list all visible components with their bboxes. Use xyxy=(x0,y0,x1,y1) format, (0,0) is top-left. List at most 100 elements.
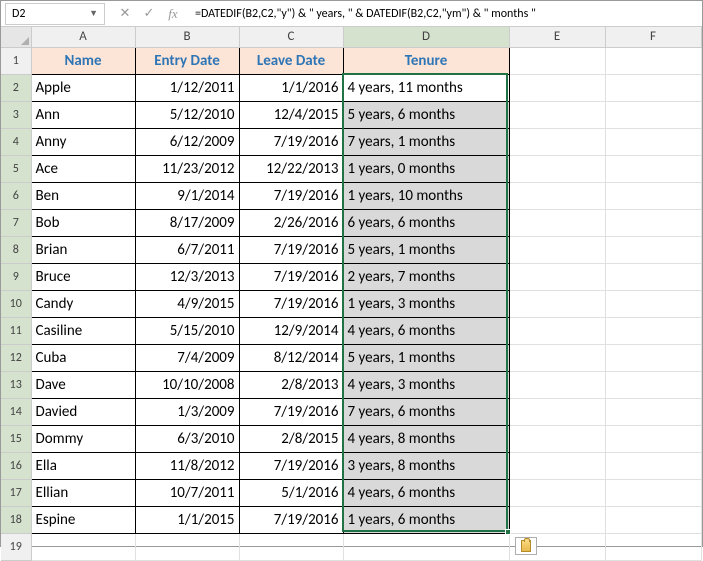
empty-cell[interactable] xyxy=(509,425,605,452)
entry-date-cell[interactable]: 11/23/2012 xyxy=(135,155,239,182)
empty-cell[interactable] xyxy=(605,506,701,533)
header-cell[interactable]: Name xyxy=(31,47,135,74)
leave-date-cell[interactable]: 7/19/2016 xyxy=(239,452,343,479)
empty-cell[interactable] xyxy=(605,155,701,182)
tenure-cell[interactable]: 5 years, 1 months xyxy=(343,344,509,371)
empty-cell[interactable] xyxy=(509,182,605,209)
name-cell[interactable]: Dave xyxy=(31,371,135,398)
empty-cell[interactable] xyxy=(605,128,701,155)
row-head[interactable]: 13 xyxy=(1,371,31,398)
name-cell[interactable]: Dommy xyxy=(31,425,135,452)
empty-cell[interactable] xyxy=(509,209,605,236)
col-head-B[interactable]: B xyxy=(135,27,239,47)
name-cell[interactable]: Cuba xyxy=(31,344,135,371)
empty-cell[interactable] xyxy=(509,398,605,425)
empty-cell[interactable] xyxy=(605,290,701,317)
entry-date-cell[interactable]: 5/12/2010 xyxy=(135,101,239,128)
empty-cell[interactable] xyxy=(605,263,701,290)
row-head[interactable]: 10 xyxy=(1,290,31,317)
entry-date-cell[interactable]: 5/15/2010 xyxy=(135,317,239,344)
leave-date-cell[interactable]: 7/19/2016 xyxy=(239,128,343,155)
entry-date-cell[interactable]: 8/17/2009 xyxy=(135,209,239,236)
row-head[interactable]: 12 xyxy=(1,344,31,371)
name-box[interactable]: D2 ▼ xyxy=(5,3,105,25)
name-cell[interactable]: Ace xyxy=(31,155,135,182)
leave-date-cell[interactable]: 12/4/2015 xyxy=(239,101,343,128)
name-cell[interactable]: Anny xyxy=(31,128,135,155)
entry-date-cell[interactable]: 6/12/2009 xyxy=(135,128,239,155)
entry-date-cell[interactable]: 1/3/2009 xyxy=(135,398,239,425)
col-head-A[interactable]: A xyxy=(31,27,135,47)
empty-cell[interactable] xyxy=(509,74,605,101)
name-cell[interactable]: Bob xyxy=(31,209,135,236)
leave-date-cell[interactable]: 2/8/2015 xyxy=(239,425,343,452)
header-cell[interactable]: Leave Date xyxy=(239,47,343,74)
name-cell[interactable]: Espine xyxy=(31,506,135,533)
empty-cell[interactable] xyxy=(605,74,701,101)
empty-cell[interactable] xyxy=(509,101,605,128)
empty-cell[interactable] xyxy=(509,371,605,398)
tenure-cell[interactable]: 1 years, 10 months xyxy=(343,182,509,209)
row-head[interactable]: 2 xyxy=(1,74,31,101)
leave-date-cell[interactable]: 2/26/2016 xyxy=(239,209,343,236)
empty-cell[interactable] xyxy=(509,479,605,506)
empty-cell[interactable] xyxy=(605,371,701,398)
header-cell[interactable]: Tenure xyxy=(343,47,509,74)
autofill-options-button[interactable] xyxy=(515,537,537,555)
leave-date-cell[interactable]: 7/19/2016 xyxy=(239,263,343,290)
name-cell[interactable]: Casiline xyxy=(31,317,135,344)
tenure-cell[interactable]: 4 years, 6 months xyxy=(343,479,509,506)
tenure-cell[interactable]: 4 years, 8 months xyxy=(343,425,509,452)
entry-date-cell[interactable]: 10/7/2011 xyxy=(135,479,239,506)
tenure-cell[interactable]: 1 years, 6 months xyxy=(343,506,509,533)
leave-date-cell[interactable]: 7/19/2016 xyxy=(239,236,343,263)
row-head[interactable]: 11 xyxy=(1,317,31,344)
empty-cell[interactable] xyxy=(605,47,701,74)
entry-date-cell[interactable]: 12/3/2013 xyxy=(135,263,239,290)
empty-cell[interactable] xyxy=(605,182,701,209)
name-cell[interactable]: Ella xyxy=(31,452,135,479)
col-head-F[interactable]: F xyxy=(605,27,701,47)
col-head-E[interactable]: E xyxy=(509,27,605,47)
empty-cell[interactable] xyxy=(605,479,701,506)
entry-date-cell[interactable]: 1/12/2011 xyxy=(135,74,239,101)
chevron-down-icon[interactable]: ▼ xyxy=(89,8,98,19)
row-head[interactable]: 8 xyxy=(1,236,31,263)
name-cell[interactable]: Ann xyxy=(31,101,135,128)
col-head-D[interactable]: D xyxy=(343,27,509,47)
tenure-cell[interactable]: 4 years, 3 months xyxy=(343,371,509,398)
header-cell[interactable]: Entry Date xyxy=(135,47,239,74)
empty-cell[interactable] xyxy=(509,155,605,182)
tenure-cell[interactable]: 7 years, 1 months xyxy=(343,128,509,155)
name-cell[interactable]: Ben xyxy=(31,182,135,209)
empty-cell[interactable] xyxy=(605,344,701,371)
empty-cell[interactable] xyxy=(605,236,701,263)
leave-date-cell[interactable]: 7/19/2016 xyxy=(239,398,343,425)
name-cell[interactable]: Bruce xyxy=(31,263,135,290)
row-head[interactable]: 16 xyxy=(1,452,31,479)
fill-handle[interactable] xyxy=(505,529,511,535)
tenure-cell[interactable]: 5 years, 6 months xyxy=(343,101,509,128)
formula-input[interactable]: =DATEDIF(B2,C2,"y") & " years, " & DATED… xyxy=(189,3,702,25)
row-head[interactable]: 5 xyxy=(1,155,31,182)
empty-cell[interactable] xyxy=(605,209,701,236)
leave-date-cell[interactable]: 12/9/2014 xyxy=(239,317,343,344)
name-cell[interactable]: Apple xyxy=(31,74,135,101)
leave-date-cell[interactable]: 5/1/2016 xyxy=(239,479,343,506)
tenure-cell[interactable]: 7 years, 6 months xyxy=(343,398,509,425)
entry-date-cell[interactable]: 6/3/2010 xyxy=(135,425,239,452)
name-cell[interactable]: Ellian xyxy=(31,479,135,506)
empty-cell[interactable] xyxy=(509,290,605,317)
empty-cell[interactable] xyxy=(509,128,605,155)
col-head-C[interactable]: C xyxy=(239,27,343,47)
tenure-cell[interactable]: 2 years, 7 months xyxy=(343,263,509,290)
empty-cell[interactable] xyxy=(605,452,701,479)
leave-date-cell[interactable]: 8/12/2014 xyxy=(239,344,343,371)
cancel-icon[interactable]: ✕ xyxy=(117,6,133,21)
entry-date-cell[interactable]: 11/8/2012 xyxy=(135,452,239,479)
leave-date-cell[interactable]: 12/22/2013 xyxy=(239,155,343,182)
empty-cell[interactable] xyxy=(509,506,605,533)
leave-date-cell[interactable]: 7/19/2016 xyxy=(239,290,343,317)
empty-cell[interactable] xyxy=(509,452,605,479)
tenure-cell[interactable]: 1 years, 3 months xyxy=(343,290,509,317)
